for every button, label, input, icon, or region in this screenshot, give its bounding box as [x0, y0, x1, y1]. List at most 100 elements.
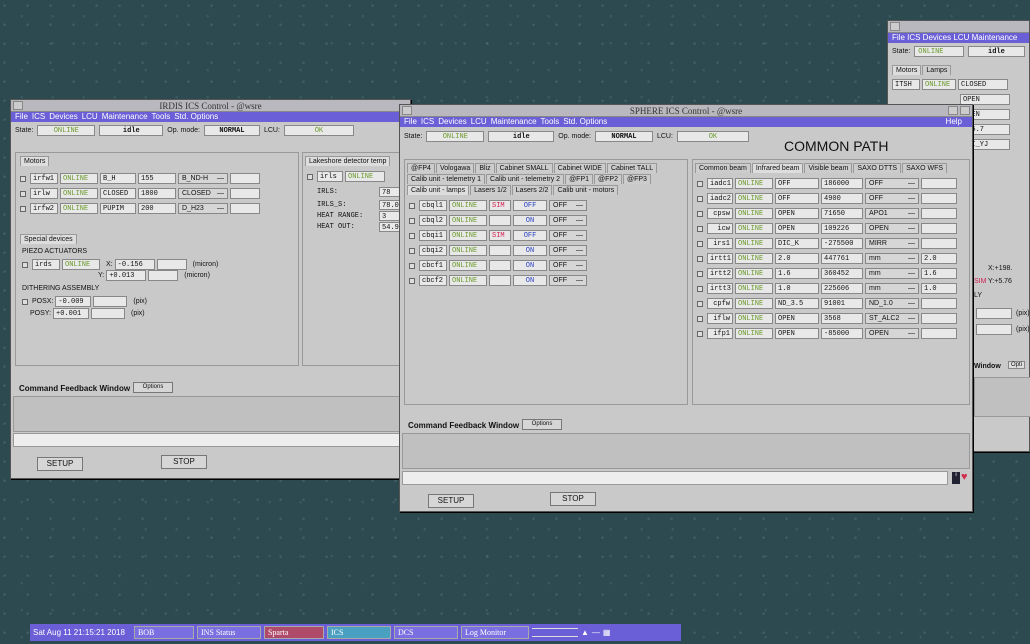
target-field[interactable]	[230, 203, 260, 214]
tab-lasers-1[interactable]: Lasers 1/2	[470, 185, 511, 195]
task-dcs[interactable]: DCS	[393, 626, 458, 639]
tab-fp4[interactable]: @FP4	[407, 163, 435, 173]
tab-fp2[interactable]: @FP2	[594, 174, 622, 184]
target-field[interactable]	[921, 208, 957, 219]
tab-lasers-2[interactable]: Lasers 2/2	[511, 185, 553, 195]
command-line[interactable]	[402, 471, 948, 485]
tab-fp3[interactable]: @FP3	[622, 174, 651, 184]
menu-std-options[interactable]: Std. Options	[563, 117, 607, 126]
position-select[interactable]: B_ND-H —	[178, 173, 228, 184]
select-checkbox[interactable]	[697, 240, 703, 247]
menu-maintenance[interactable]: Maintenance	[102, 112, 148, 121]
pix-field[interactable]	[976, 308, 1012, 319]
tab-cabinet-small[interactable]: Cabinet SMALL	[495, 163, 553, 173]
position-select[interactable]: mm —	[865, 253, 919, 264]
info-icon[interactable]: i	[952, 472, 960, 484]
stop-button[interactable]: STOP	[550, 492, 596, 506]
select-checkbox[interactable]	[307, 173, 313, 180]
options-button[interactable]: Opti	[1008, 361, 1026, 369]
menu-devices[interactable]: Devices	[438, 117, 466, 126]
tab-bliz[interactable]: Bliz	[475, 163, 495, 173]
tab-visible-beam[interactable]: Visible beam	[804, 163, 853, 173]
select-checkbox[interactable]	[697, 225, 703, 232]
task-log-monitor[interactable]: Log Monitor	[460, 626, 529, 639]
options-button[interactable]: Options	[522, 419, 562, 430]
tab-motors[interactable]: Motors	[20, 156, 50, 166]
tab-lamps[interactable]: Lamps	[922, 65, 952, 75]
menu-ics[interactable]: ICS	[32, 112, 45, 121]
tab-common-beam[interactable]: Common beam	[695, 163, 751, 173]
heart-icon[interactable]: ♥	[961, 471, 968, 483]
select-checkbox[interactable]	[409, 217, 415, 224]
lamp-select[interactable]: OFF —	[549, 230, 587, 241]
target-field[interactable]	[230, 188, 260, 199]
target-field[interactable]	[921, 313, 957, 324]
tab-vologawa[interactable]: Vologawa	[435, 163, 475, 173]
position-select[interactable]: OPEN —	[865, 328, 919, 339]
lamp-select[interactable]: OFF —	[549, 200, 587, 211]
lamp-select[interactable]: OFF —	[549, 245, 587, 256]
position-select[interactable]: D_H23 —	[178, 203, 228, 214]
lamp-select[interactable]: OFF —	[549, 260, 587, 271]
setup-button[interactable]: SETUP	[428, 494, 474, 508]
position-select[interactable]: ND_1.0 —	[865, 298, 919, 309]
select-checkbox[interactable]	[697, 315, 703, 322]
select-checkbox[interactable]	[697, 180, 703, 187]
tab-saxo-wfs[interactable]: SAXO WFS	[902, 163, 948, 173]
position-select[interactable]: OFF —	[865, 178, 919, 189]
menu-maintenance[interactable]: Maintenance	[491, 117, 537, 126]
keyboard-icon[interactable]: ▦	[603, 628, 611, 637]
select-checkbox[interactable]	[697, 285, 703, 292]
position-select[interactable]: CLOSED —	[178, 188, 228, 199]
task-ins-status[interactable]: INS Status	[196, 626, 261, 639]
menu-lcu[interactable]: LCU	[471, 117, 487, 126]
menu-devices[interactable]: Devices	[49, 112, 77, 121]
select-checkbox[interactable]	[409, 232, 415, 239]
select-checkbox[interactable]	[409, 277, 415, 284]
pix-field[interactable]	[976, 324, 1012, 335]
tab-motors[interactable]: Motors	[892, 65, 922, 75]
position-select[interactable]: APO1 —	[865, 208, 919, 219]
menu-file[interactable]: File	[15, 112, 28, 121]
tab-infrared-beam[interactable]: Infrared beam	[751, 163, 804, 173]
target-field[interactable]	[921, 193, 957, 204]
target-field[interactable]	[921, 298, 957, 309]
tab-lakeshore[interactable]: Lakeshore detector temp	[305, 156, 391, 166]
position-select[interactable]: MIRR —	[865, 238, 919, 249]
target-field[interactable]	[921, 178, 957, 189]
target-field[interactable]	[921, 238, 957, 249]
menu-file[interactable]: File	[404, 117, 417, 126]
target-field[interactable]	[921, 328, 957, 339]
position-select[interactable]: mm —	[865, 268, 919, 279]
title-bar[interactable]: SPHERE ICS Control - @wsre	[400, 105, 972, 117]
menu-ics[interactable]: ICS	[421, 117, 434, 126]
target-field[interactable]: 1.0	[921, 283, 957, 294]
title-bar[interactable]: IRDIS ICS Control - @wsre	[11, 100, 410, 112]
task-sparta[interactable]: Sparta	[263, 626, 324, 639]
tab-fp1[interactable]: @FP1	[565, 174, 594, 184]
options-button[interactable]: Options	[133, 382, 173, 393]
menu-bar[interactable]: File ICS Devices LCU Maintenance	[888, 33, 1029, 43]
position-select[interactable]: mm —	[865, 283, 919, 294]
stop-button[interactable]: STOP	[161, 455, 207, 469]
select-checkbox[interactable]	[697, 330, 703, 337]
menu-tools[interactable]: Tools	[152, 112, 171, 121]
menu-help[interactable]: Help	[946, 117, 962, 127]
select-checkbox[interactable]	[697, 210, 703, 217]
y-target[interactable]	[148, 270, 179, 281]
target-field[interactable]	[921, 223, 957, 234]
sphere-ics-window[interactable]: SPHERE ICS Control - @wsre File ICS Device…	[399, 104, 973, 512]
target-field[interactable]	[230, 173, 260, 184]
posx-target[interactable]	[93, 296, 128, 307]
select-checkbox[interactable]	[697, 270, 703, 277]
select-checkbox[interactable]	[697, 300, 703, 307]
tab-lamps[interactable]: Calib unit - lamps	[407, 185, 470, 195]
position-select[interactable]: OFF —	[865, 193, 919, 204]
select-checkbox[interactable]	[20, 175, 26, 182]
menu-tools[interactable]: Tools	[541, 117, 560, 126]
lamp-select[interactable]: OFF —	[549, 275, 587, 286]
select-checkbox[interactable]	[409, 262, 415, 269]
tab-cabinet-wide[interactable]: Cabinet WIDE	[553, 163, 606, 173]
target-field[interactable]: 1.6	[921, 268, 957, 279]
posy-target[interactable]	[91, 308, 126, 319]
